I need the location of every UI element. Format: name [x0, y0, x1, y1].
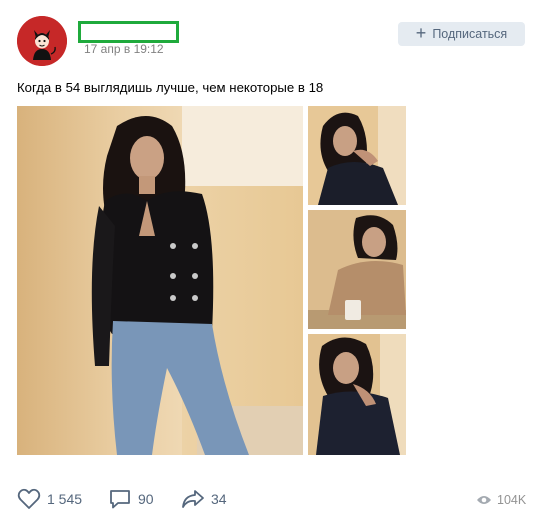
share-icon — [182, 490, 204, 508]
photo-woman-sitting — [308, 334, 406, 455]
photo-woman-portrait — [308, 106, 406, 205]
comment-icon — [110, 490, 130, 509]
photo-woman-standing — [17, 106, 303, 455]
post-photo-3[interactable] — [308, 210, 406, 329]
comment-button[interactable]: 90 — [108, 488, 154, 510]
views-count: 104K — [497, 493, 527, 507]
devil-avatar-icon — [17, 16, 67, 66]
share-button[interactable]: 34 — [181, 488, 227, 510]
plus-icon: + — [415, 23, 427, 43]
post-date[interactable]: 17 апр в 19:12 — [84, 42, 164, 56]
comments-count: 90 — [138, 491, 154, 507]
post-text: Когда в 54 выглядишь лучше, чем некоторы… — [17, 80, 324, 95]
photo-woman-sweater — [308, 210, 406, 329]
subscribe-button[interactable]: + Подписаться — [398, 22, 525, 46]
likes-count: 1 545 — [47, 491, 83, 507]
post-photo-2[interactable] — [308, 106, 406, 205]
heart-icon — [17, 488, 41, 509]
post-card: 17 апр в 19:12 + Подписаться Когда в 54 … — [0, 0, 545, 527]
author-avatar[interactable] — [17, 16, 67, 66]
post-photo-main[interactable] — [17, 106, 303, 455]
like-button[interactable]: 1 545 — [17, 488, 82, 510]
subscribe-label: Подписаться — [432, 27, 508, 41]
views-counter: 104K — [476, 493, 526, 507]
shares-count: 34 — [211, 491, 227, 507]
eye-icon — [477, 496, 491, 504]
author-name-redacted[interactable] — [78, 21, 179, 43]
post-photo-4[interactable] — [308, 334, 406, 455]
